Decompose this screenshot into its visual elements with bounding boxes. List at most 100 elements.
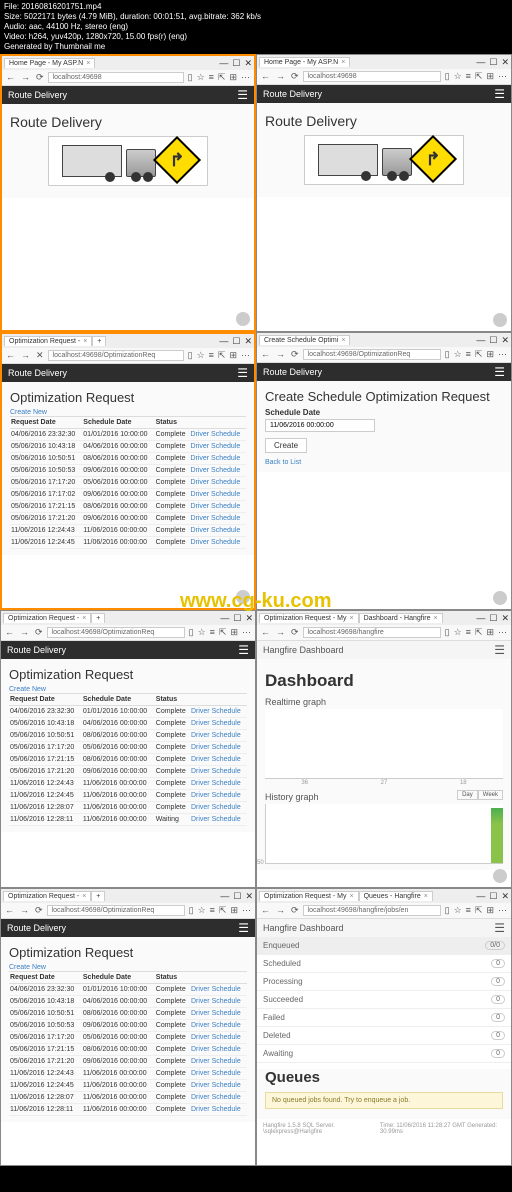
- close-icon[interactable]: ✕: [245, 613, 253, 624]
- share-icon[interactable]: ⇱: [218, 72, 226, 83]
- browser-tab[interactable]: Optimization Request - My×: [259, 613, 359, 623]
- url-bar[interactable]: localhost:49698: [303, 71, 441, 82]
- fab-icon[interactable]: [236, 590, 250, 604]
- book-icon[interactable]: ▯: [188, 72, 193, 83]
- star-icon[interactable]: ☆: [197, 350, 205, 361]
- driver-schedule-link[interactable]: Driver Schedule: [191, 1058, 241, 1065]
- book-icon[interactable]: ▯: [189, 905, 194, 916]
- week-toggle[interactable]: Week: [478, 790, 503, 800]
- star-icon[interactable]: ☆: [454, 905, 462, 916]
- hub-icon[interactable]: ⊞: [229, 350, 237, 361]
- browser-tab[interactable]: Optimization Request -×: [3, 891, 91, 901]
- book-icon[interactable]: ▯: [188, 350, 193, 361]
- forward-icon[interactable]: →: [276, 905, 285, 916]
- reader-icon[interactable]: ≡: [210, 905, 215, 916]
- menu-icon[interactable]: ☰: [494, 921, 505, 935]
- reload-icon[interactable]: ⟳: [36, 72, 44, 83]
- maximize-icon[interactable]: ☐: [489, 891, 497, 902]
- more-icon[interactable]: ⋯: [498, 71, 507, 82]
- minimize-icon[interactable]: —: [220, 891, 229, 902]
- queue-row[interactable]: Failed0: [257, 1009, 511, 1027]
- close-icon[interactable]: ×: [82, 893, 86, 900]
- share-icon[interactable]: ⇱: [475, 627, 483, 638]
- more-icon[interactable]: ⋯: [241, 350, 250, 361]
- close-icon[interactable]: ×: [349, 615, 353, 622]
- close-icon[interactable]: ×: [341, 337, 345, 344]
- browser-tab[interactable]: Create Schedule Optimi×: [259, 335, 350, 345]
- browser-tab[interactable]: Optimization Request -×: [4, 336, 92, 346]
- share-icon[interactable]: ⇱: [475, 905, 483, 916]
- driver-schedule-link[interactable]: Driver Schedule: [190, 503, 240, 510]
- hub-icon[interactable]: ⊞: [229, 72, 237, 83]
- driver-schedule-link[interactable]: Driver Schedule: [191, 720, 241, 727]
- star-icon[interactable]: ☆: [454, 349, 462, 360]
- forward-icon[interactable]: →: [276, 71, 285, 82]
- queue-row[interactable]: Awaiting0: [257, 1045, 511, 1063]
- url-bar[interactable]: localhost:49698/OptimizationReq: [47, 627, 185, 638]
- reload-icon[interactable]: ⟳: [291, 71, 299, 82]
- share-icon[interactable]: ⇱: [475, 71, 483, 82]
- reader-icon[interactable]: ≡: [209, 72, 214, 83]
- maximize-icon[interactable]: ☐: [233, 891, 241, 902]
- driver-schedule-link[interactable]: Driver Schedule: [191, 1082, 241, 1089]
- more-icon[interactable]: ⋯: [241, 72, 250, 83]
- browser-tab[interactable]: Optimization Request -×: [3, 613, 91, 623]
- url-bar[interactable]: localhost:49698/OptimizationReq: [303, 349, 441, 360]
- driver-schedule-link[interactable]: Driver Schedule: [191, 768, 241, 775]
- url-bar[interactable]: localhost:49698/hangfire/jobs/en: [303, 905, 441, 916]
- driver-schedule-link[interactable]: Driver Schedule: [190, 443, 240, 450]
- close-icon[interactable]: ×: [82, 615, 86, 622]
- fab-icon[interactable]: [493, 313, 507, 327]
- close-icon[interactable]: ×: [341, 59, 345, 66]
- reader-icon[interactable]: ≡: [210, 627, 215, 638]
- share-icon[interactable]: ⇱: [218, 350, 226, 361]
- share-icon[interactable]: ⇱: [475, 349, 483, 360]
- driver-schedule-link[interactable]: Driver Schedule: [191, 1022, 241, 1029]
- minimize-icon[interactable]: —: [220, 613, 229, 624]
- menu-icon[interactable]: ☰: [237, 366, 248, 380]
- forward-icon[interactable]: →: [21, 350, 30, 361]
- fab-icon[interactable]: [493, 591, 507, 605]
- close-icon[interactable]: ×: [424, 893, 428, 900]
- menu-icon[interactable]: ☰: [494, 87, 505, 101]
- close-icon[interactable]: ✕: [501, 891, 509, 902]
- driver-schedule-link[interactable]: Driver Schedule: [191, 1106, 241, 1113]
- minimize-icon[interactable]: —: [476, 613, 485, 624]
- minimize-icon[interactable]: —: [476, 335, 485, 346]
- driver-schedule-link[interactable]: Driver Schedule: [191, 708, 241, 715]
- thumb-5[interactable]: Optimization Request -×+ —☐✕ ←→⟳ localho…: [0, 610, 256, 888]
- driver-schedule-link[interactable]: Driver Schedule: [190, 431, 240, 438]
- new-tab[interactable]: +: [92, 336, 106, 346]
- menu-icon[interactable]: ☰: [494, 643, 505, 657]
- url-bar[interactable]: localhost:49698/OptimizationReq: [48, 350, 184, 361]
- menu-icon[interactable]: ☰: [238, 643, 249, 657]
- driver-schedule-link[interactable]: Driver Schedule: [191, 986, 241, 993]
- close-icon[interactable]: ×: [349, 893, 353, 900]
- thumb-6[interactable]: Optimization Request - My× Dashboard - H…: [256, 610, 512, 888]
- forward-icon[interactable]: →: [21, 72, 30, 83]
- thumb-7[interactable]: Optimization Request -×+ —☐✕ ←→⟳ localho…: [0, 888, 256, 1166]
- star-icon[interactable]: ☆: [454, 627, 462, 638]
- back-icon[interactable]: ←: [6, 72, 15, 83]
- create-new-link[interactable]: Create New: [9, 686, 247, 693]
- fab-icon[interactable]: [236, 312, 250, 326]
- share-icon[interactable]: ⇱: [219, 627, 227, 638]
- thumb-3[interactable]: Optimization Request -×+ —☐✕ ←→✕ localho…: [0, 332, 256, 610]
- driver-schedule-link[interactable]: Driver Schedule: [190, 527, 240, 534]
- driver-schedule-link[interactable]: Driver Schedule: [190, 515, 240, 522]
- driver-schedule-link[interactable]: Driver Schedule: [191, 756, 241, 763]
- reload-icon[interactable]: ⟳: [291, 627, 299, 638]
- driver-schedule-link[interactable]: Driver Schedule: [191, 1094, 241, 1101]
- reader-icon[interactable]: ≡: [466, 627, 471, 638]
- driver-schedule-link[interactable]: Driver Schedule: [190, 467, 240, 474]
- hub-icon[interactable]: ⊞: [230, 905, 238, 916]
- new-tab[interactable]: +: [91, 613, 105, 623]
- driver-schedule-link[interactable]: Driver Schedule: [191, 804, 241, 811]
- stop-icon[interactable]: ✕: [36, 350, 44, 361]
- driver-schedule-link[interactable]: Driver Schedule: [191, 1010, 241, 1017]
- back-icon[interactable]: ←: [261, 905, 270, 916]
- browser-tab[interactable]: Home Page - My ASP.N×: [4, 58, 95, 68]
- driver-schedule-link[interactable]: Driver Schedule: [191, 1046, 241, 1053]
- back-icon[interactable]: ←: [5, 905, 14, 916]
- share-icon[interactable]: ⇱: [219, 905, 227, 916]
